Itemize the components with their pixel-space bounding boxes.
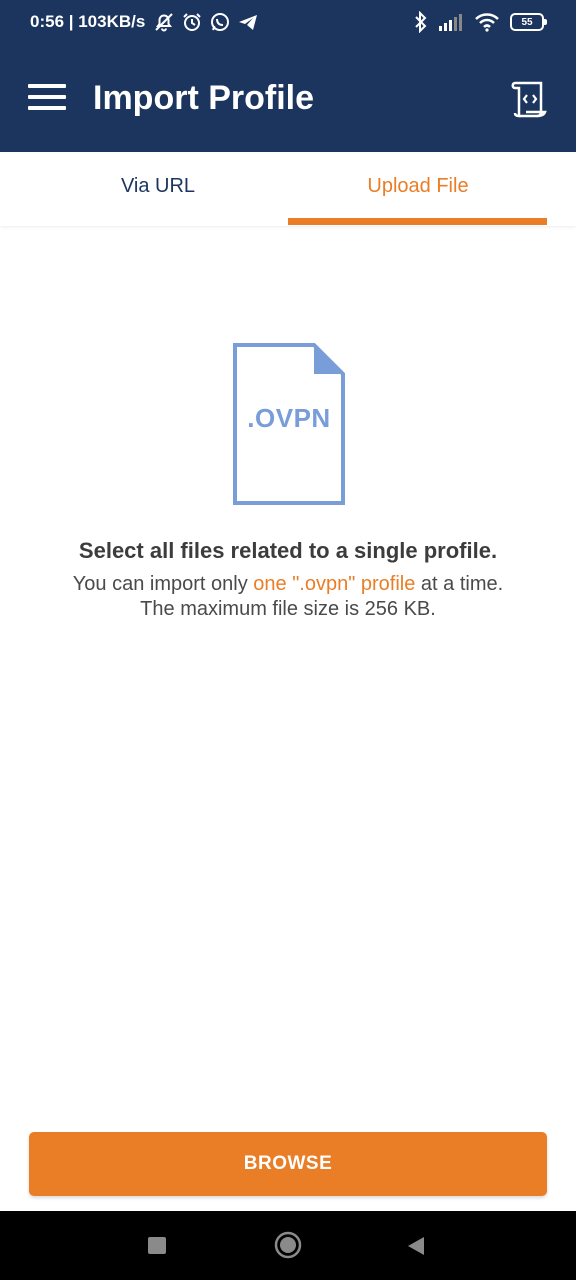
system-nav-bar [0, 1211, 576, 1280]
file-extension-label: .OVPN [247, 403, 331, 433]
whatsapp-icon [211, 13, 230, 31]
tab-bar: Via URL Upload File [0, 152, 576, 226]
muted-alarm-icon [155, 13, 174, 32]
tab-selected-indicator [288, 218, 547, 225]
status-left: 0:56 | 103KB/s [30, 0, 259, 44]
info-prefix: You can import only [72, 573, 254, 595]
recent-apps-icon[interactable] [148, 1237, 166, 1254]
browse-button[interactable]: BROWSE [29, 1132, 547, 1196]
info-highlight: one ".ovpn" profile [253, 573, 416, 595]
telegram-icon [239, 15, 258, 30]
info-suffix: at a time. [415, 573, 504, 595]
instruction-headline: Select all files related to a single pro… [78, 538, 498, 563]
battery-icon: 55 [510, 13, 547, 31]
home-icon[interactable] [274, 1231, 302, 1259]
status-bar: 0:56 | 103KB/s 55 [0, 0, 576, 44]
app-bar: Import Profile [0, 44, 576, 152]
status-notification-icons [153, 11, 259, 33]
status-time-speed: 0:56 | 103KB/s [30, 12, 146, 31]
status-right: 55 [414, 0, 547, 44]
wifi-icon [475, 13, 499, 32]
info-line-1: You can import only one ".ovpn" profile … [0, 573, 576, 596]
back-icon[interactable] [406, 1235, 426, 1257]
screen: 0:56 | 103KB/s 55 Import Profile Via URL… [0, 0, 576, 1280]
alarm-clock-icon [183, 13, 202, 31]
signal-icon [439, 14, 462, 31]
page-title: Import Profile [93, 79, 315, 117]
hamburger-menu-icon[interactable] [28, 84, 68, 114]
code-document-icon[interactable] [508, 78, 550, 120]
tab-via-url[interactable]: Via URL [28, 152, 288, 226]
tab-upload-file[interactable]: Upload File [288, 152, 548, 226]
bluetooth-icon [415, 11, 427, 33]
info-line-2: The maximum file size is 256 KB. [140, 598, 436, 620]
